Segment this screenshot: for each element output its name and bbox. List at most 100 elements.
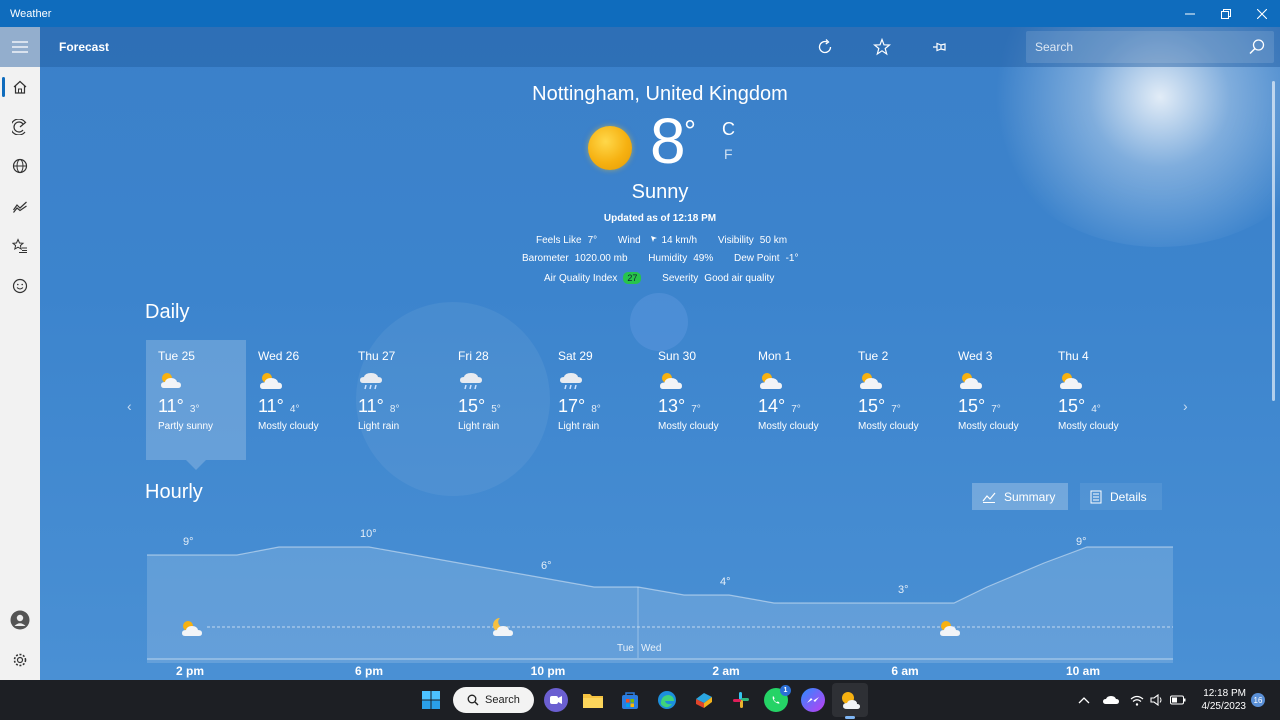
hourly-time-label: 2 am — [712, 664, 740, 678]
day-high: 14° — [758, 396, 786, 416]
teams-chat-icon[interactable] — [544, 688, 568, 712]
volume-icon[interactable] — [1150, 680, 1164, 720]
refresh-icon[interactable] — [815, 37, 835, 57]
globe-icon[interactable] — [0, 146, 40, 186]
barometer-value: 1020.00 mb — [574, 253, 628, 264]
hourly-temperature-chart — [147, 546, 1173, 663]
battery-icon[interactable] — [1170, 680, 1186, 720]
daily-scroll-left-icon[interactable]: ‹ — [127, 398, 132, 414]
hourly-temp-label: 9° — [1076, 536, 1087, 548]
summary-toggle-button[interactable]: Summary — [972, 483, 1068, 510]
chevron-up-icon[interactable] — [1078, 680, 1090, 720]
radar-icon[interactable] — [0, 107, 40, 147]
daily-card[interactable]: Fri 28 15° 5° Light rain — [446, 340, 546, 460]
close-icon[interactable] — [1244, 0, 1280, 27]
day-divider-label-right: Wed — [641, 643, 662, 654]
day-low: 4° — [289, 404, 300, 415]
daily-card[interactable]: Wed 3 15° 7° Mostly cloudy — [946, 340, 1046, 460]
whatsapp-icon[interactable]: 1 — [764, 685, 791, 712]
dew-point-value: -1° — [785, 253, 799, 264]
sunny-icon — [588, 126, 632, 170]
favorite-star-icon[interactable] — [872, 37, 892, 57]
day-temps: 15° 7° — [858, 396, 946, 417]
day-low: 3° — [189, 404, 200, 415]
file-explorer-icon[interactable] — [581, 688, 605, 712]
daily-card[interactable]: Tue 2 15° 7° Mostly cloudy — [846, 340, 946, 460]
taskbar-search-button[interactable]: Search — [453, 687, 534, 713]
pin-icon[interactable] — [929, 37, 949, 57]
day-temps: 11° 3° — [158, 396, 246, 417]
page-title: Forecast — [59, 40, 110, 54]
app-title: Weather — [10, 7, 52, 20]
day-description: Light rain — [358, 421, 400, 432]
home-icon[interactable] — [0, 67, 40, 107]
slack-icon[interactable] — [729, 688, 753, 712]
dark-mode-moon-icon[interactable] — [985, 37, 1005, 57]
selected-day-caret — [186, 460, 206, 470]
feels-like-label: Feels Like — [536, 235, 582, 246]
nav-rail — [0, 27, 40, 680]
day-description: Mostly cloudy — [758, 421, 819, 432]
day-description: Mostly cloudy — [1058, 421, 1119, 432]
daily-card[interactable]: Sat 29 17° 8° Light rain — [546, 340, 646, 460]
aqi-badge[interactable]: 27 — [623, 272, 642, 284]
account-icon[interactable] — [0, 600, 40, 640]
settings-icon[interactable] — [0, 640, 40, 680]
current-condition: Sunny — [631, 181, 689, 203]
main-content: Forecast Nottingham, United Kingdom 8 ° … — [40, 27, 1280, 680]
hourly-time-label: 6 pm — [354, 664, 384, 678]
weather-app-icon[interactable] — [838, 688, 862, 712]
day-high: 11° — [158, 396, 184, 416]
restore-icon[interactable] — [1208, 0, 1244, 27]
day-temps: 11° 8° — [358, 396, 446, 417]
search-box[interactable] — [1026, 31, 1274, 63]
vertical-scrollbar[interactable] — [1272, 81, 1275, 401]
daily-card[interactable]: Tue 25 11° 3° Partly sunny — [146, 340, 246, 470]
day-description: Mostly cloudy — [258, 421, 319, 432]
microsoft-store-icon[interactable] — [618, 688, 642, 712]
daily-scroll-right-icon[interactable]: › — [1183, 398, 1188, 414]
aqi-label: Air Quality Index — [544, 273, 618, 284]
daily-card[interactable]: Thu 27 11° 8° Light rain — [346, 340, 446, 460]
daily-card[interactable]: Mon 1 14° 7° Mostly cloudy — [746, 340, 846, 460]
hourly-temp-label: 4° — [720, 576, 731, 588]
day-name: Wed 3 — [958, 349, 993, 363]
summary-label: Summary — [1004, 489, 1056, 504]
sway-icon[interactable] — [692, 688, 716, 712]
humidity-label: Humidity — [648, 253, 688, 264]
day-low: 7° — [691, 404, 701, 415]
windows-start-icon[interactable] — [419, 688, 443, 712]
hourly-time-label: 2 pm — [175, 664, 205, 678]
onedrive-cloud-icon[interactable] — [1102, 680, 1120, 720]
clock-time: 12:18 PM — [1203, 688, 1246, 699]
day-temps: 13° 7° — [658, 396, 746, 417]
hourly-temp-label: 3° — [898, 584, 909, 596]
minimize-icon[interactable] — [1172, 0, 1208, 27]
day-name: Sat 29 — [558, 349, 593, 363]
details-toggle-button[interactable]: Details — [1080, 483, 1162, 510]
updated-time: Updated as of 12:18 PM — [603, 213, 717, 224]
search-icon[interactable] — [1248, 38, 1266, 61]
details-row-3: Air Quality Index 27 Severity Good air qua… — [544, 272, 792, 284]
wifi-icon[interactable] — [1130, 680, 1144, 720]
unit-fahrenheit-toggle[interactable]: F — [724, 146, 733, 162]
messenger-icon[interactable] — [801, 688, 825, 712]
details-row-2: Barometer 1020.00 mb Humidity 49% Dew Poin… — [522, 253, 816, 264]
menu-hamburger-icon[interactable] — [0, 27, 40, 67]
daily-card[interactable]: Sun 30 13° 7° Mostly cloudy — [646, 340, 746, 460]
day-low: 7° — [791, 404, 801, 415]
day-temps: 17° 8° — [558, 396, 646, 417]
notification-count-badge[interactable]: 16 — [1251, 693, 1265, 707]
search-input[interactable] — [1035, 40, 1235, 54]
taskbar-clock[interactable]: 12:18 PM 4/25/2023 — [1196, 687, 1247, 713]
favorites-icon[interactable] — [0, 226, 40, 266]
daily-card[interactable]: Wed 26 11° 4° Mostly cloudy — [246, 340, 346, 460]
edge-browser-icon[interactable] — [655, 688, 679, 712]
day-high: 15° — [458, 396, 486, 416]
day-high: 15° — [1058, 396, 1086, 416]
daily-card[interactable]: Thu 4 15° 4° Mostly cloudy — [1046, 340, 1146, 460]
hourly-time-label: 6 am — [891, 664, 919, 678]
unit-celsius-toggle[interactable]: C — [722, 119, 735, 140]
life-icon[interactable] — [0, 266, 40, 306]
historical-chart-icon[interactable] — [0, 186, 40, 226]
